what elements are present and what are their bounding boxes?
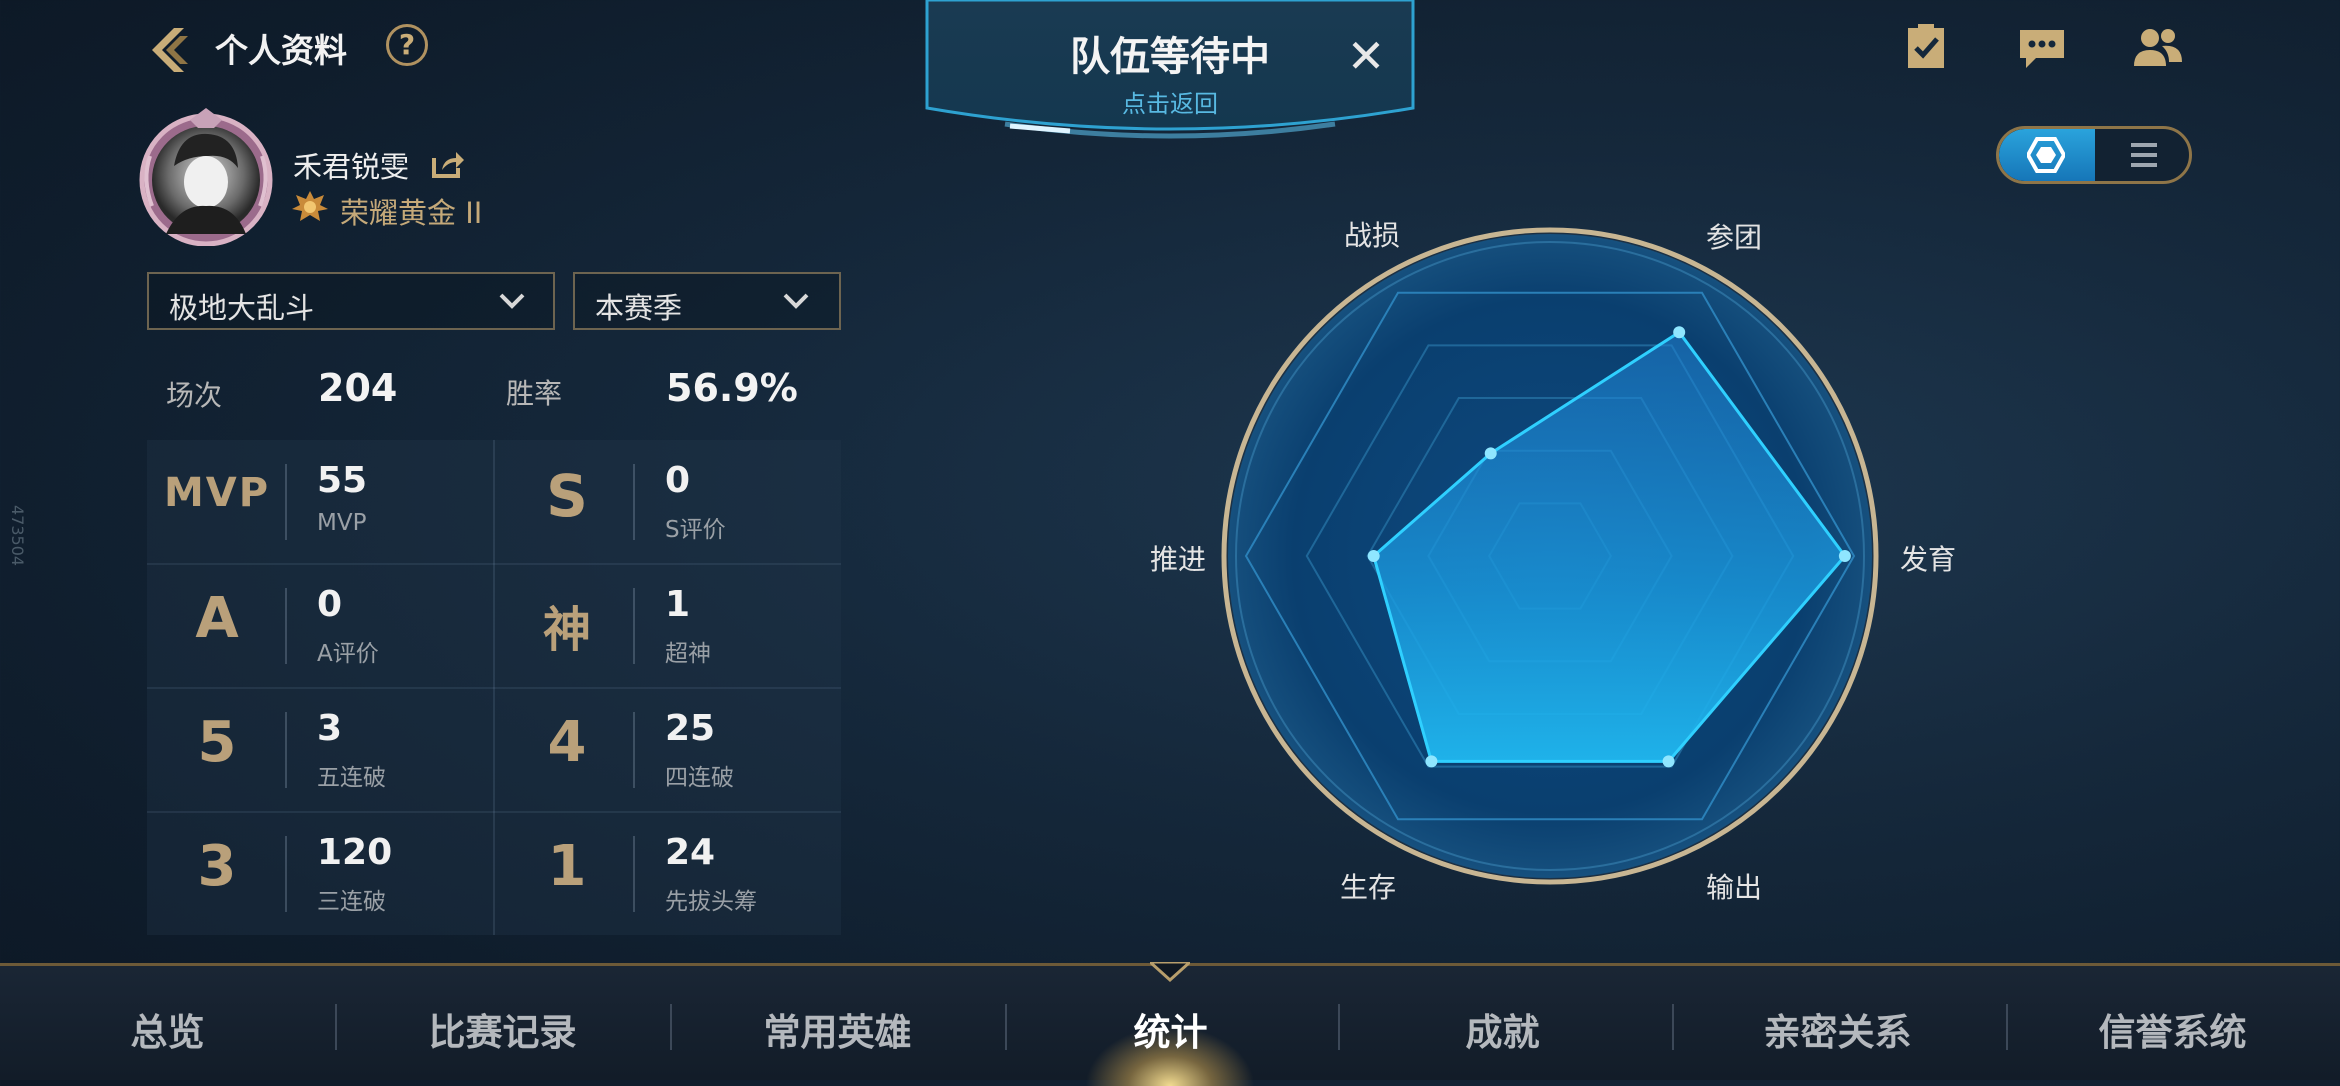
tab-statistics[interactable]: 统计	[1003, 1002, 1338, 1056]
rank-badge-icon	[292, 189, 328, 225]
radar-point-推进	[1484, 447, 1497, 460]
radar-point-生存	[1425, 755, 1438, 768]
a-rating-icon: A	[195, 586, 239, 651]
chevron-down-icon	[783, 293, 809, 309]
list-view-icon	[2131, 143, 2157, 167]
cell-divider	[633, 588, 635, 664]
penta-kill-label: 五连破	[317, 765, 386, 791]
watermark-text: 473504	[8, 505, 27, 567]
axis-label-damage: 输出	[1706, 871, 1763, 904]
mvp-badge-icon: MVP	[163, 470, 271, 516]
radar-point-发育	[1838, 550, 1851, 562]
penta-kill-icon: 5	[197, 710, 237, 775]
chevron-down-icon	[499, 293, 525, 309]
back-chevron-icon	[152, 28, 188, 72]
radar-point-输出	[1662, 755, 1675, 768]
cell-divider	[633, 464, 635, 540]
season-select[interactable]: 本赛季	[573, 272, 841, 330]
cell-divider	[285, 836, 287, 912]
chevron-down-icon	[1150, 962, 1190, 983]
first-blood-label: 先拔头筹	[665, 889, 757, 915]
cell-divider	[633, 712, 635, 788]
grid-divider	[147, 811, 841, 813]
tab-overview[interactable]: 总览	[0, 1002, 335, 1056]
cell-divider	[633, 836, 635, 912]
quadra-kill-count: 25	[665, 708, 716, 749]
first-blood-icon: 1	[547, 834, 587, 899]
radar-point-战损	[1367, 550, 1380, 562]
radar-view-button[interactable]	[1999, 129, 2095, 181]
back-button[interactable]	[140, 20, 200, 80]
a-rating-count: 0	[317, 584, 343, 625]
radar-chart	[1221, 227, 1879, 885]
winrate-value: 56.9%	[666, 366, 798, 410]
s-rating-icon: S	[546, 462, 588, 530]
tab-match-history[interactable]: 比赛记录	[335, 1002, 670, 1056]
view-toggle[interactable]	[1996, 126, 2192, 184]
triple-kill-icon: 3	[197, 834, 237, 899]
stats-grid: MVP 55 MVP S 0 S评价 A 0 A评价 神 1 超神 5 3 五连…	[147, 440, 841, 935]
bottom-nav: 总览 比赛记录 常用英雄 统计 成就 亲密关系 信誉系统	[0, 962, 2340, 1086]
axis-label-growth: 发育	[1900, 543, 1957, 576]
s-rating-count: 0	[665, 460, 691, 501]
godlike-label: 超神	[665, 641, 711, 667]
list-view-button[interactable]	[2095, 129, 2189, 181]
axis-label-push: 推进	[1150, 543, 1207, 576]
s-rating-label: S评价	[665, 517, 726, 543]
matches-label: 场次	[166, 379, 223, 412]
tab-credit-system[interactable]: 信誉系统	[2005, 1002, 2340, 1056]
rank-text: 荣耀黄金 II	[340, 196, 483, 230]
friends-icon[interactable]	[2132, 22, 2184, 74]
mvp-label: MVP	[317, 510, 367, 536]
axis-label-teamfight: 参团	[1706, 221, 1763, 254]
mode-select-value: 极地大乱斗	[169, 291, 315, 325]
cell-divider	[285, 588, 287, 664]
quadra-kill-icon: 4	[547, 710, 587, 775]
season-select-value: 本赛季	[595, 291, 683, 325]
task-checklist-icon[interactable]	[1900, 22, 1952, 74]
cell-divider	[285, 464, 287, 540]
share-icon[interactable]	[430, 148, 464, 180]
axis-label-damage-taken: 战损	[1344, 219, 1401, 252]
penta-kill-count: 3	[317, 708, 343, 749]
chat-icon[interactable]	[2016, 22, 2068, 74]
close-icon[interactable]: ✕	[1345, 33, 1387, 79]
a-rating-label: A评价	[317, 641, 379, 667]
radar-view-icon	[2027, 137, 2065, 173]
triple-kill-count: 120	[317, 832, 393, 873]
radar-point-参团	[1673, 326, 1686, 339]
first-blood-count: 24	[665, 832, 716, 873]
quadra-kill-label: 四连破	[665, 765, 734, 791]
godlike-count: 1	[665, 584, 691, 625]
matches-value: 204	[318, 366, 398, 410]
banner-return-link[interactable]: 点击返回	[925, 84, 1415, 119]
axis-label-survival: 生存	[1340, 871, 1397, 904]
tab-relationships[interactable]: 亲密关系	[1670, 1002, 2005, 1056]
avatar[interactable]	[130, 106, 282, 247]
grid-divider	[147, 687, 841, 689]
tab-achievements[interactable]: 成就	[1335, 1002, 1670, 1056]
page-title: 个人资料	[215, 31, 347, 70]
mode-select[interactable]: 极地大乱斗	[147, 272, 555, 330]
banner-title: 队伍等待中	[1070, 34, 1270, 80]
help-button[interactable]: ?	[386, 24, 428, 66]
winrate-label: 胜率	[506, 377, 563, 410]
tab-heroes[interactable]: 常用英雄	[670, 1002, 1005, 1056]
grid-divider	[147, 563, 841, 565]
cell-divider	[285, 712, 287, 788]
mvp-count: 55	[317, 460, 368, 501]
player-name: 禾君锐雯	[293, 150, 410, 184]
triple-kill-label: 三连破	[317, 889, 386, 915]
godlike-icon: 神	[542, 602, 591, 658]
